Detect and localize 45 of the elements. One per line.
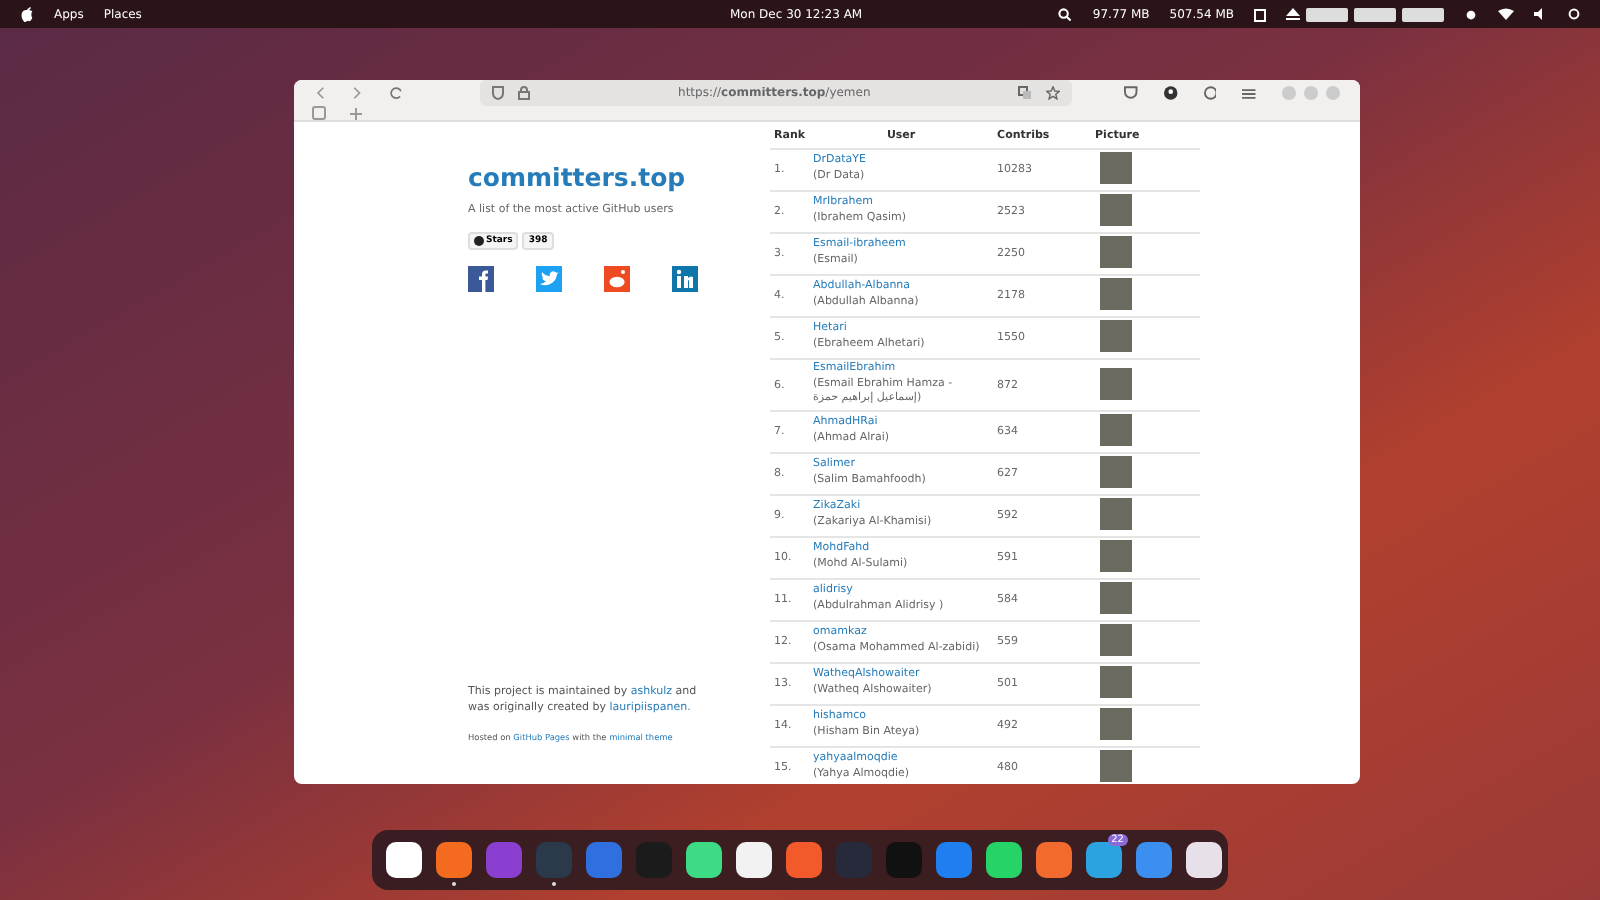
app-icon[interactable] [1186,842,1222,878]
translate-icon[interactable] [1018,86,1033,100]
photo-placeholder [1099,278,1132,310]
star-icon[interactable] [1046,86,1061,100]
photo-placeholder [1099,582,1132,615]
volume-icon[interactable] [1534,8,1548,20]
photo-placeholder [1099,152,1132,184]
photo-placeholder [1099,540,1132,573]
menu-icon[interactable] [1242,87,1256,99]
apple-logo-icon[interactable] [20,6,34,22]
app-icon[interactable] [386,842,422,878]
clipboard-icon[interactable] [1254,7,1266,21]
twitter-icon[interactable] [536,266,562,292]
power-icon[interactable] [1568,8,1580,20]
brightness-icon[interactable] [1464,7,1478,21]
wifi-icon[interactable] [1498,8,1514,20]
app-icon[interactable] [736,842,772,878]
photo-placeholder [1099,708,1132,741]
indicator-pill[interactable] [1354,7,1396,21]
photo-placeholder [1099,414,1132,447]
reload-icon[interactable] [389,86,403,100]
pocket-icon[interactable] [1124,86,1138,100]
reddit-icon[interactable] [604,266,630,292]
app-icon[interactable] [986,842,1022,878]
eject-icon[interactable] [1286,8,1300,20]
indicator-pill[interactable] [1402,7,1444,21]
linkedin-icon[interactable] [672,266,698,292]
account-icon[interactable] [1163,86,1178,100]
lock-icon[interactable] [518,86,531,100]
shield-icon[interactable] [492,86,505,100]
facebook-icon[interactable] [468,266,494,292]
app-icon[interactable] [686,842,722,878]
search-icon[interactable] [1058,7,1073,21]
photo-placeholder [1099,498,1132,531]
extension-icon[interactable] [1203,86,1217,100]
photo-placeholder [1099,456,1132,489]
indicator-pill[interactable] [1306,7,1348,21]
photo-placeholder [1099,750,1132,783]
photo-placeholder [1099,624,1132,657]
photo-placeholder [1099,194,1132,226]
photo-placeholder [1099,367,1132,400]
photo-placeholder [1099,320,1132,352]
site-title[interactable]: committers.top [468,162,686,192]
photo-placeholder [1099,236,1132,268]
photo-placeholder [1099,666,1132,699]
